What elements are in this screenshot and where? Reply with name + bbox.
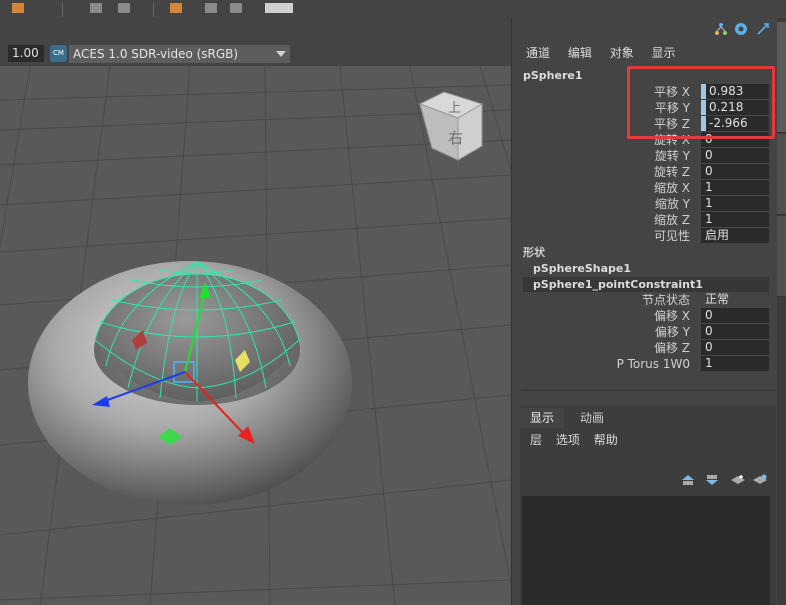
pin-icon[interactable] [756,22,770,36]
attr-value-field[interactable]: 0 [701,324,769,339]
attr-label: 偏移 X [653,309,690,323]
layer-menu: 层 选项 帮助 [530,431,628,448]
attr-label: 平移 Y [654,101,690,115]
viewport-toolbar: 1.00 CM ACES 1.0 SDR-video (sRGB) [0,42,511,66]
menu-show[interactable]: 显示 [652,46,676,60]
tab-modeling-toolkit[interactable] [777,216,786,297]
toolbar-icon[interactable] [265,3,293,13]
attr-row-translate-x[interactable]: 平移 X 0.983 [512,84,778,100]
attr-value-field[interactable]: 启用 [701,228,769,243]
search-icon[interactable] [734,22,748,36]
tab-animation[interactable]: 动画 [570,408,614,428]
attr-value-field[interactable]: 1 [701,356,769,371]
attr-row-offset-x[interactable]: 偏移 X 0 [512,308,778,324]
attr-label: 缩放 Y [654,197,690,211]
constraint-node-item[interactable]: pSphere1_pointConstraint1 [523,277,769,292]
menu-layers[interactable]: 层 [530,433,542,447]
toolbar-icon[interactable] [230,3,242,13]
attr-value-field[interactable]: 0.218 [701,100,769,115]
attr-label: P Torus 1W0 [616,357,690,371]
shape-node-item[interactable]: pSphereShape1 [523,261,769,276]
attr-row-target-weight[interactable]: P Torus 1W0 1 [512,356,778,372]
gamma-input[interactable]: 1.00 [8,45,44,62]
splitter-handle[interactable] [522,390,776,391]
attr-value-field[interactable]: 0.983 [701,84,769,99]
toolbar-icon[interactable] [12,3,24,13]
channel-box-panel: 通道 编辑 对象 显示 pSphere1 平移 X 0.983 平移 Y 0.2… [511,18,778,605]
layer-editor: 显示 动画 层 选项 帮助 [520,406,776,605]
attr-row-scale-y[interactable]: 缩放 Y 1 [512,196,778,212]
attr-value-field[interactable]: 1 [701,180,769,195]
attr-label: 偏移 Z [653,341,690,355]
attr-row-node-state[interactable]: 节点状态 正常 [512,292,778,308]
attr-label: 缩放 X [653,181,690,195]
new-layer-icon[interactable] [730,474,746,486]
attr-label: 缩放 Z [653,213,690,227]
attr-row-rotate-z[interactable]: 旋转 Z 0 [512,164,778,180]
shape-section-label: 形状 [523,246,545,259]
right-tab-strip [777,18,786,605]
attr-value-field[interactable]: 1 [701,212,769,227]
viewport-3d[interactable]: 上 右 [0,66,511,605]
main-toolbar [0,0,786,20]
toolbar-icon[interactable] [205,3,217,13]
scene: 上 右 [0,66,511,605]
attr-row-offset-y[interactable]: 偏移 Y 0 [512,324,778,340]
viewcube-top-label: 上 [448,101,461,116]
attr-row-rotate-y[interactable]: 旋转 Y 0 [512,148,778,164]
move-layer-up-icon[interactable] [680,474,696,486]
attr-row-scale-x[interactable]: 缩放 X 1 [512,180,778,196]
toolbar-icon[interactable] [90,3,102,13]
attr-row-translate-z[interactable]: 平移 Z -2.966 [512,116,778,132]
menu-channels[interactable]: 通道 [526,46,550,60]
attr-value-field[interactable]: 1 [701,196,769,211]
color-space-label: ACES 1.0 SDR-video (sRGB) [73,47,239,61]
attr-row-offset-z[interactable]: 偏移 Z 0 [512,340,778,356]
attr-value-field[interactable]: 0 [701,132,769,147]
color-management-icon[interactable]: CM [50,45,67,62]
attr-label: 偏移 Y [654,325,690,339]
chevron-down-icon [276,51,286,57]
attr-label: 旋转 X [653,133,690,147]
toolbar-icon[interactable] [118,3,130,13]
toolbar-separator [153,3,154,17]
layer-list[interactable] [522,496,770,605]
attr-value-field[interactable]: 正常 [701,292,769,307]
attr-label: 节点状态 [641,293,690,307]
move-layer-down-icon[interactable] [704,474,720,486]
color-space-select[interactable]: ACES 1.0 SDR-video (sRGB) [69,45,290,63]
attr-label: 旋转 Z [653,165,690,179]
viewcube-front-label: 右 [448,129,463,147]
tab-attribute-editor[interactable] [777,134,786,215]
menu-edit[interactable]: 编辑 [568,46,592,60]
attr-value-field[interactable]: 0 [701,308,769,323]
attr-row-scale-z[interactable]: 缩放 Z 1 [512,212,778,228]
new-layer-selected-icon[interactable] [752,474,768,486]
attr-label: 可见性 [653,229,690,243]
toolbar-icon[interactable] [170,3,182,13]
attr-label: 平移 Z [653,117,690,131]
menu-object[interactable]: 对象 [610,46,634,60]
toolbar-separator [62,3,63,17]
attr-value-field[interactable]: 0 [701,148,769,163]
tab-display[interactable]: 显示 [520,408,565,428]
attr-label: 平移 X [653,85,690,99]
attr-row-translate-y[interactable]: 平移 Y 0.218 [512,100,778,116]
attr-value-field[interactable]: 0 [701,340,769,355]
network-icon[interactable] [714,22,728,36]
attr-row-rotate-x[interactable]: 旋转 X 0 [512,132,778,148]
node-name[interactable]: pSphere1 [523,69,583,82]
attr-value-field[interactable]: 0 [701,164,769,179]
attr-label: 旋转 Y [654,149,690,163]
menu-help[interactable]: 帮助 [594,433,618,447]
attr-value-field[interactable]: -2.966 [701,116,769,131]
tab-channel-box[interactable] [777,22,786,133]
menu-options[interactable]: 选项 [556,433,580,447]
attr-row-visibility[interactable]: 可见性 启用 [512,228,778,244]
channel-box-menu: 通道 编辑 对象 显示 [526,44,690,60]
